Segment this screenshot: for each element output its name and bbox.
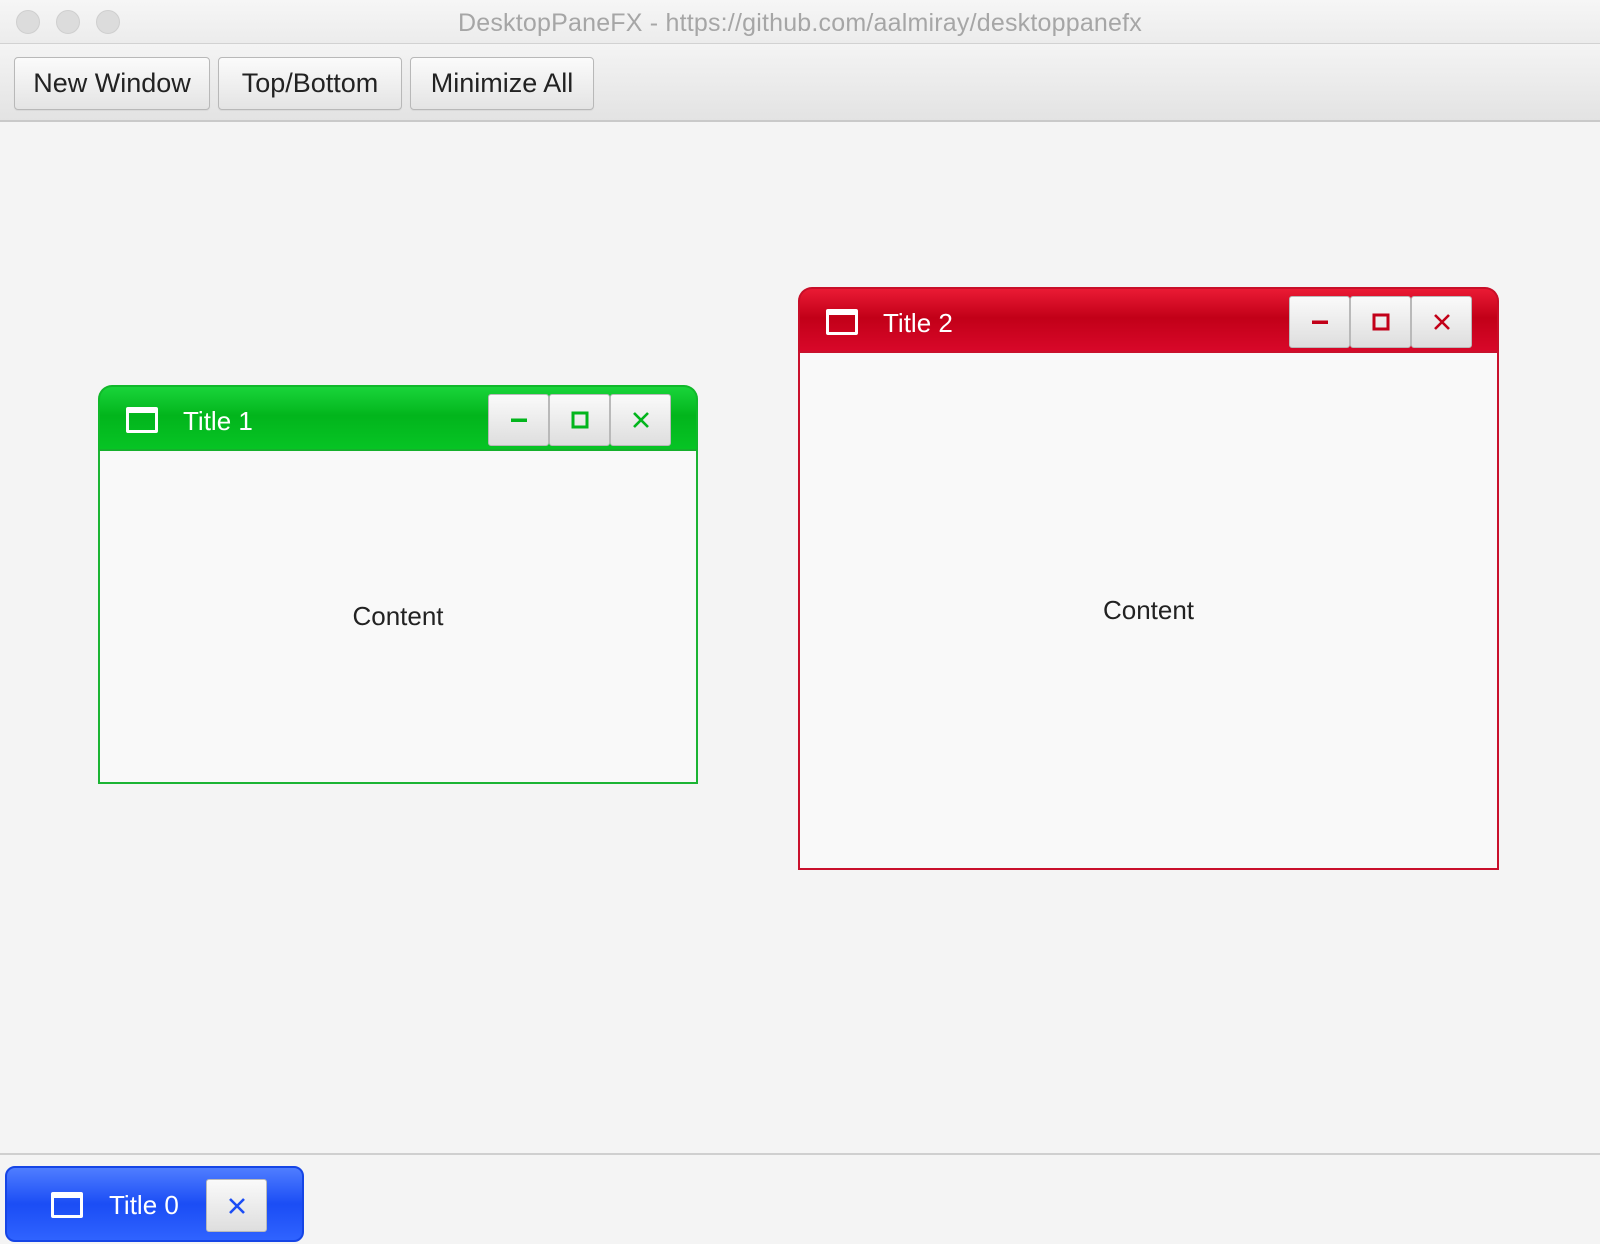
internal-window-titlebar[interactable]: Title 1	[98, 385, 698, 451]
internal-window-content: Content	[98, 449, 698, 784]
window-icon	[826, 309, 858, 335]
minimize-icon	[1311, 320, 1328, 324]
internal-window-1[interactable]: Title 1 Content	[98, 385, 698, 784]
window-icon	[126, 407, 158, 433]
minimized-windows-dock: Title 0	[0, 1153, 1600, 1244]
new-window-button[interactable]: New Window	[14, 57, 210, 110]
internal-window-titlebar[interactable]: Title 2	[798, 287, 1499, 353]
maximize-button[interactable]	[549, 394, 610, 446]
dock-item-title-0[interactable]: Title 0	[5, 1166, 304, 1242]
maximize-icon	[571, 411, 588, 429]
app-window-title: DesktopPaneFX - https://github.com/aalmi…	[458, 9, 1142, 37]
close-button[interactable]	[1411, 296, 1472, 348]
content-label: Content	[1102, 595, 1195, 625]
content-label: Content	[352, 601, 444, 631]
close-icon	[228, 1197, 245, 1214]
internal-window-title: Title 1	[183, 406, 253, 436]
minimize-icon	[510, 418, 527, 422]
internal-window-title: Title 2	[883, 308, 953, 338]
minimize-all-button[interactable]: Minimize All	[410, 57, 594, 110]
top-bottom-button[interactable]: Top/Bottom	[218, 57, 402, 110]
window-controls	[488, 394, 671, 446]
dock-close-button[interactable]	[206, 1179, 267, 1232]
maximize-button[interactable]	[1350, 296, 1411, 348]
maximize-icon	[1372, 313, 1389, 331]
minimize-button[interactable]	[488, 394, 549, 446]
close-icon	[1433, 314, 1450, 330]
internal-window-2[interactable]: Title 2 Content	[798, 287, 1499, 870]
close-icon	[632, 412, 649, 428]
app-titlebar: DesktopPaneFX - https://github.com/aalmi…	[0, 0, 1600, 44]
dock-item-title: Title 0	[109, 1190, 179, 1220]
window-controls	[1289, 296, 1472, 348]
close-button[interactable]	[610, 394, 671, 446]
window-icon	[51, 1192, 83, 1218]
minimize-button[interactable]	[1289, 296, 1350, 348]
toolbar: New Window Top/Bottom Minimize All	[0, 44, 1600, 122]
internal-window-content: Content	[798, 351, 1499, 870]
